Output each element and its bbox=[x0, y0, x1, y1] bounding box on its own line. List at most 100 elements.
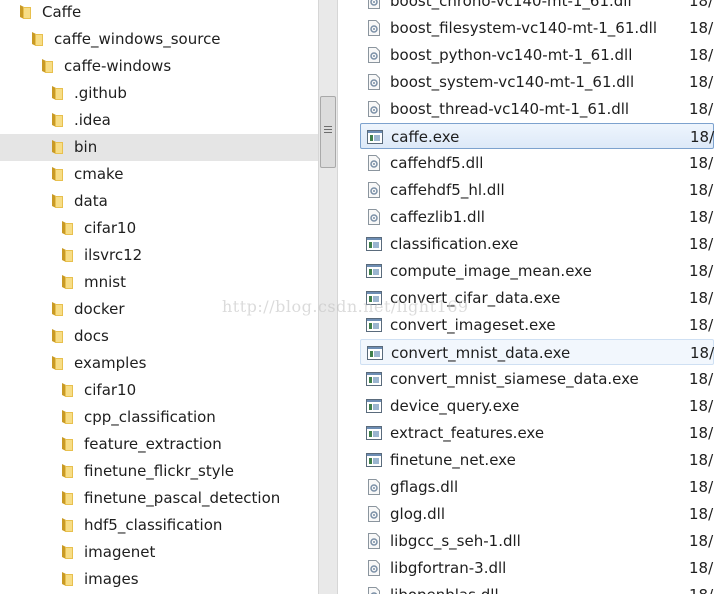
tree-item-label: imagenet bbox=[84, 543, 156, 561]
tree-item-finetune-flickr-style[interactable]: finetune_flickr_style bbox=[0, 458, 318, 485]
file-row[interactable]: convert_mnist_data.exe 18/ bbox=[360, 339, 714, 365]
tree-item-cifar10[interactable]: cifar10 bbox=[0, 215, 318, 242]
tree-item-cifar10[interactable]: cifar10 bbox=[0, 377, 318, 404]
folder-icon bbox=[62, 383, 73, 397]
file-row[interactable]: convert_mnist_siamese_data.exe 18/ bbox=[360, 366, 714, 392]
tree-item-hdf5-classification[interactable]: hdf5_classification bbox=[0, 512, 318, 539]
folder-icon bbox=[52, 329, 63, 343]
tree-item-imagenet[interactable]: imagenet bbox=[0, 539, 318, 566]
file-row[interactable]: caffezlib1.dll 18/ bbox=[360, 204, 714, 230]
exe-icon bbox=[366, 318, 382, 332]
folder-icon bbox=[42, 59, 53, 73]
folder-icon bbox=[62, 491, 73, 505]
folder-icon bbox=[32, 32, 43, 46]
file-date: 18/ bbox=[689, 370, 714, 388]
file-date: 18/ bbox=[689, 505, 714, 523]
file-row[interactable]: boost_thread-vc140-mt-1_61.dll 18/ bbox=[360, 96, 714, 122]
exe-icon bbox=[366, 291, 382, 305]
tree-item-label: caffe_windows_source bbox=[54, 30, 221, 48]
tree-item-docs[interactable]: docs bbox=[0, 323, 318, 350]
file-list-pane: boost_chrono-vc140-mt-1_61.dll 18/boost_f… bbox=[340, 0, 714, 594]
file-name: glog.dll bbox=[390, 505, 446, 523]
tree-item-label: hdf5_classification bbox=[84, 516, 223, 534]
file-name: convert_imageset.exe bbox=[390, 316, 556, 334]
file-row[interactable]: boost_chrono-vc140-mt-1_61.dll 18/ bbox=[360, 0, 714, 14]
dll-icon bbox=[368, 506, 380, 522]
dll-icon bbox=[368, 20, 380, 36]
tree-item-label: caffe-windows bbox=[64, 57, 172, 75]
tree-item-data[interactable]: data bbox=[0, 188, 318, 215]
file-date: 18/ bbox=[689, 100, 714, 118]
file-date: 18/ bbox=[689, 316, 714, 334]
file-row[interactable]: boost_system-vc140-mt-1_61.dll 18/ bbox=[360, 69, 714, 95]
tree-scrollbar[interactable] bbox=[318, 0, 338, 594]
file-name: finetune_net.exe bbox=[390, 451, 516, 469]
tree-item-finetune-pascal-detection[interactable]: finetune_pascal_detection bbox=[0, 485, 318, 512]
tree-item-caffe-windows-source[interactable]: caffe_windows_source bbox=[0, 26, 318, 53]
file-row[interactable]: convert_cifar_data.exe 18/ bbox=[360, 285, 714, 311]
file-row[interactable]: libopenblas.dll 18/ bbox=[360, 582, 714, 594]
file-row[interactable]: extract_features.exe 18/ bbox=[360, 420, 714, 446]
tree-item-mnist[interactable]: mnist bbox=[0, 269, 318, 296]
tree-item-ilsvrc12[interactable]: ilsvrc12 bbox=[0, 242, 318, 269]
tree-item-github[interactable]: .github bbox=[0, 80, 318, 107]
file-row[interactable]: boost_filesystem-vc140-mt-1_61.dll 18/ bbox=[360, 15, 714, 41]
file-date: 18/ bbox=[689, 559, 714, 577]
file-row[interactable]: compute_image_mean.exe 18/ bbox=[360, 258, 714, 284]
tree-item-label: examples bbox=[74, 354, 147, 372]
folder-icon bbox=[62, 437, 73, 451]
file-name: caffe.exe bbox=[391, 128, 460, 146]
file-date: 18/ bbox=[689, 262, 714, 280]
tree-item-feature-extraction[interactable]: feature_extraction bbox=[0, 431, 318, 458]
file-row[interactable]: finetune_net.exe 18/ bbox=[360, 447, 714, 473]
tree-item-label: mnist bbox=[84, 273, 126, 291]
dll-icon bbox=[368, 587, 380, 594]
file-row[interactable]: caffehdf5.dll 18/ bbox=[360, 150, 714, 176]
tree-item-label: finetune_flickr_style bbox=[84, 462, 234, 480]
tree-item-images[interactable]: images bbox=[0, 566, 318, 593]
tree-item-label: docker bbox=[74, 300, 125, 318]
folder-icon bbox=[62, 518, 73, 532]
file-row[interactable]: device_query.exe 18/ bbox=[360, 393, 714, 419]
exe-icon bbox=[366, 426, 382, 440]
tree-item-bin[interactable]: bin bbox=[0, 134, 318, 161]
tree-item-label: bin bbox=[74, 138, 98, 156]
dll-icon bbox=[368, 74, 380, 90]
file-row[interactable]: caffe.exe 18/ bbox=[360, 123, 714, 149]
folder-icon bbox=[52, 194, 63, 208]
file-name: boost_filesystem-vc140-mt-1_61.dll bbox=[390, 19, 657, 37]
file-row[interactable]: classification.exe 18/ bbox=[360, 231, 714, 257]
grip-icon bbox=[324, 126, 332, 133]
file-date: 18/ bbox=[689, 397, 714, 415]
tree-item-label: data bbox=[74, 192, 108, 210]
file-name: convert_mnist_siamese_data.exe bbox=[390, 370, 639, 388]
exe-icon bbox=[366, 399, 382, 413]
dll-icon bbox=[368, 182, 380, 198]
tree-item-cpp-classification[interactable]: cpp_classification bbox=[0, 404, 318, 431]
file-row[interactable]: gflags.dll 18/ bbox=[360, 474, 714, 500]
tree-item-examples[interactable]: examples bbox=[0, 350, 318, 377]
folder-icon bbox=[62, 572, 73, 586]
tree-item-caffe-windows[interactable]: caffe-windows bbox=[0, 53, 318, 80]
file-row[interactable]: convert_imageset.exe 18/ bbox=[360, 312, 714, 338]
folder-icon bbox=[52, 86, 63, 100]
scrollbar-thumb[interactable] bbox=[320, 96, 336, 168]
file-date: 18/ bbox=[689, 0, 714, 10]
file-row[interactable]: glog.dll 18/ bbox=[360, 501, 714, 527]
exe-icon bbox=[367, 130, 383, 144]
tree-item-caffe[interactable]: Caffe bbox=[0, 0, 318, 26]
tree-item-idea[interactable]: .idea bbox=[0, 107, 318, 134]
file-date: 18/ bbox=[689, 424, 714, 442]
file-date: 18/ bbox=[689, 208, 714, 226]
file-row[interactable]: libgcc_s_seh-1.dll 18/ bbox=[360, 528, 714, 554]
file-row[interactable]: libgfortran-3.dll 18/ bbox=[360, 555, 714, 581]
tree-item-cmake[interactable]: cmake bbox=[0, 161, 318, 188]
folder-icon bbox=[62, 275, 73, 289]
file-row[interactable]: caffehdf5_hl.dll 18/ bbox=[360, 177, 714, 203]
file-date: 18/ bbox=[690, 344, 714, 362]
file-name: caffehdf5_hl.dll bbox=[390, 181, 505, 199]
tree-item-docker[interactable]: docker bbox=[0, 296, 318, 323]
file-row[interactable]: boost_python-vc140-mt-1_61.dll 18/ bbox=[360, 42, 714, 68]
dll-icon bbox=[368, 560, 380, 576]
exe-icon bbox=[366, 237, 382, 251]
